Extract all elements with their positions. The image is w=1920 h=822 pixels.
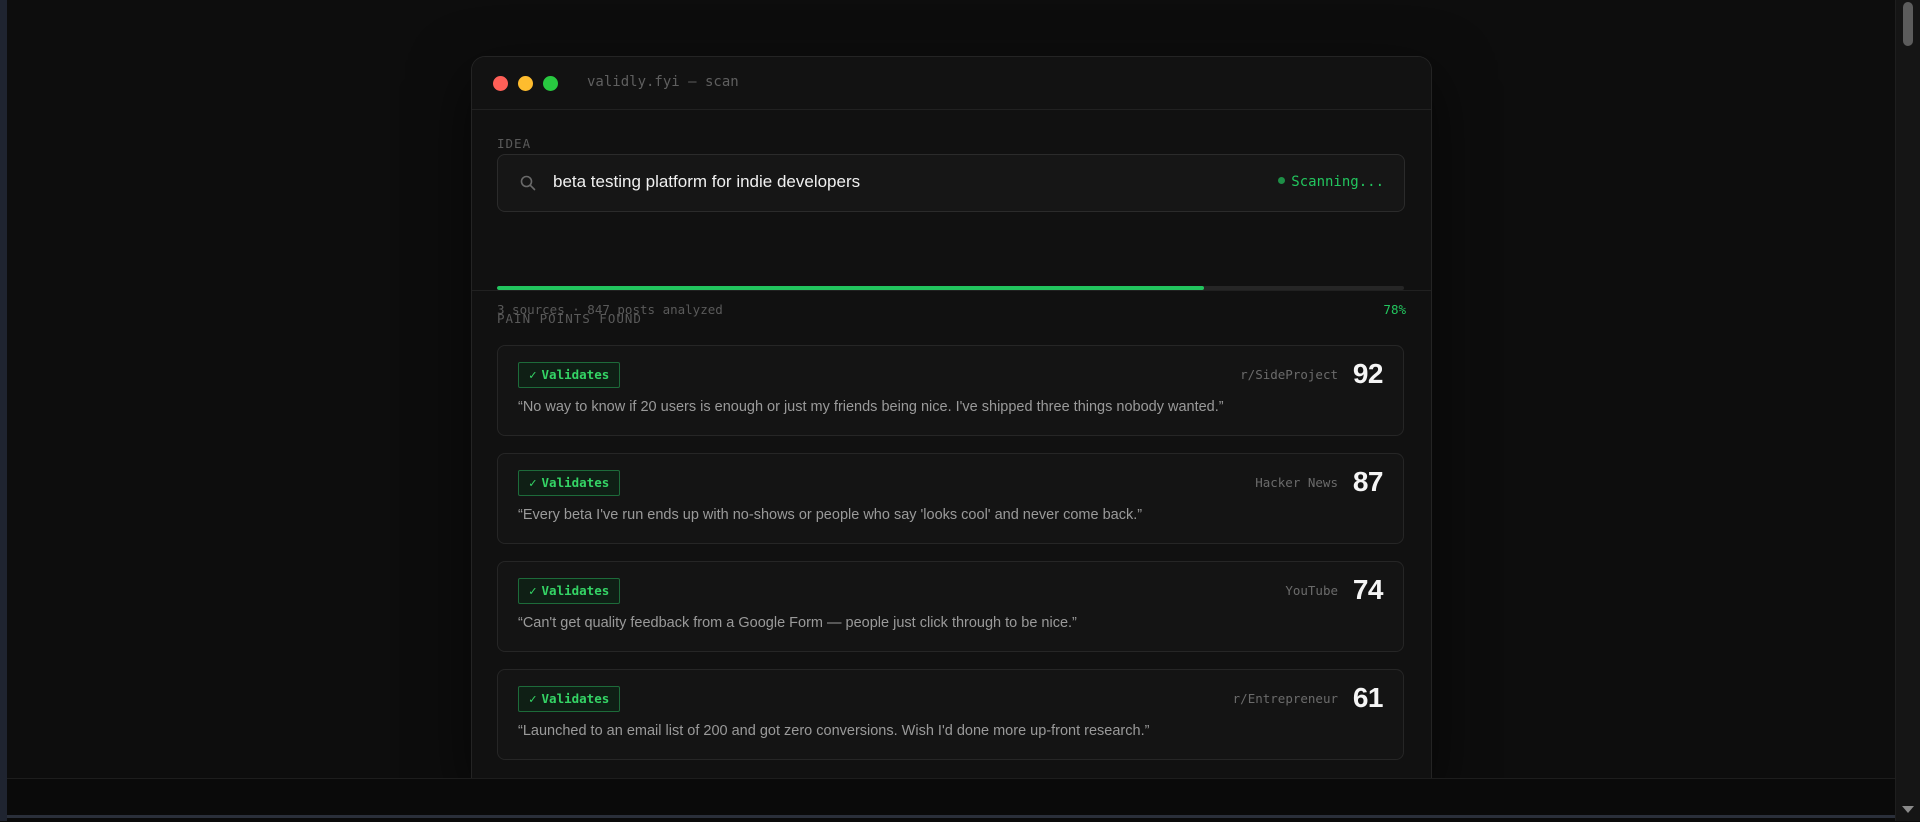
pain-points-list: ✓ Validates r/SideProject 92 “No way to k…: [497, 345, 1404, 777]
minimize-window-button[interactable]: [518, 76, 533, 91]
window-title: validly.fyi — scan: [587, 74, 739, 90]
maximize-window-button[interactable]: [543, 76, 558, 91]
pain-point-card[interactable]: ✓ Validates YouTube 74 “Can't get quality…: [497, 561, 1404, 652]
pain-point-card[interactable]: ✓ Validates Hacker News 87 “Every beta I'…: [497, 453, 1404, 544]
pain-point-quote: “Every beta I've run ends up with no-sho…: [518, 507, 1143, 523]
check-icon: ✓: [529, 691, 537, 706]
pain-point-score: 74: [1352, 574, 1384, 605]
idea-section: IDEA beta testing platform for indie dev…: [472, 110, 1431, 317]
badge-label: Validates: [541, 367, 610, 382]
badge-label: Validates: [541, 691, 610, 706]
bottom-bar: [7, 778, 1896, 822]
status-dot-icon: [1278, 176, 1286, 184]
idea-query-text: beta testing platform for indie develope…: [553, 172, 861, 191]
pain-point-source: r/Entrepreneur: [1232, 691, 1338, 706]
pain-point-score: 92: [1352, 358, 1384, 389]
page-scrollbar[interactable]: [1895, 0, 1920, 821]
pain-point-score: 61: [1352, 682, 1384, 713]
window-titlebar: validly.fyi — scan: [472, 57, 1431, 110]
badge-label: Validates: [541, 475, 610, 490]
app-window: validly.fyi — scan IDEA beta testing pla…: [471, 56, 1432, 779]
bottom-bar-line: [7, 815, 1896, 818]
pain-point-quote: “Can't get quality feedback from a Googl…: [518, 615, 1077, 631]
scrollbar-thumb[interactable]: [1903, 2, 1913, 46]
close-window-button[interactable]: [493, 76, 508, 91]
validates-badge: ✓ Validates: [518, 578, 621, 604]
scan-percent: 78%: [1383, 302, 1406, 317]
pain-point-source: YouTube: [1285, 583, 1338, 598]
scan-status-text: Scanning...: [1291, 174, 1384, 190]
badge-label: Validates: [541, 583, 610, 598]
pain-point-score: 87: [1352, 466, 1384, 497]
check-icon: ✓: [529, 583, 537, 598]
left-edge: [0, 0, 7, 821]
idea-label: IDEA: [497, 136, 532, 151]
validates-badge: ✓ Validates: [518, 686, 621, 712]
check-icon: ✓: [529, 475, 537, 490]
scan-status: Scanning...: [1278, 174, 1384, 190]
check-icon: ✓: [529, 367, 537, 382]
scroll-down-arrow-icon[interactable]: [1902, 806, 1914, 813]
scan-progress-bar: [497, 286, 1404, 290]
pain-points-label: PAIN POINTS FOUND: [497, 311, 642, 326]
pain-point-source: r/SideProject: [1240, 367, 1338, 382]
pain-point-card[interactable]: ✓ Validates r/SideProject 92 “No way to k…: [497, 345, 1404, 436]
pain-point-source: Hacker News: [1255, 475, 1338, 490]
search-icon: [520, 175, 536, 191]
pain-point-quote: “No way to know if 20 users is enough or…: [518, 399, 1224, 415]
scan-progress-fill: [497, 286, 1205, 290]
pain-point-card[interactable]: ✓ Validates r/Entrepreneur 61 “Launched t…: [497, 669, 1404, 760]
idea-search-input[interactable]: beta testing platform for indie develope…: [497, 154, 1405, 212]
validates-badge: ✓ Validates: [518, 362, 621, 388]
validates-badge: ✓ Validates: [518, 470, 621, 496]
pain-point-quote: “Launched to an email list of 200 and go…: [518, 723, 1150, 739]
